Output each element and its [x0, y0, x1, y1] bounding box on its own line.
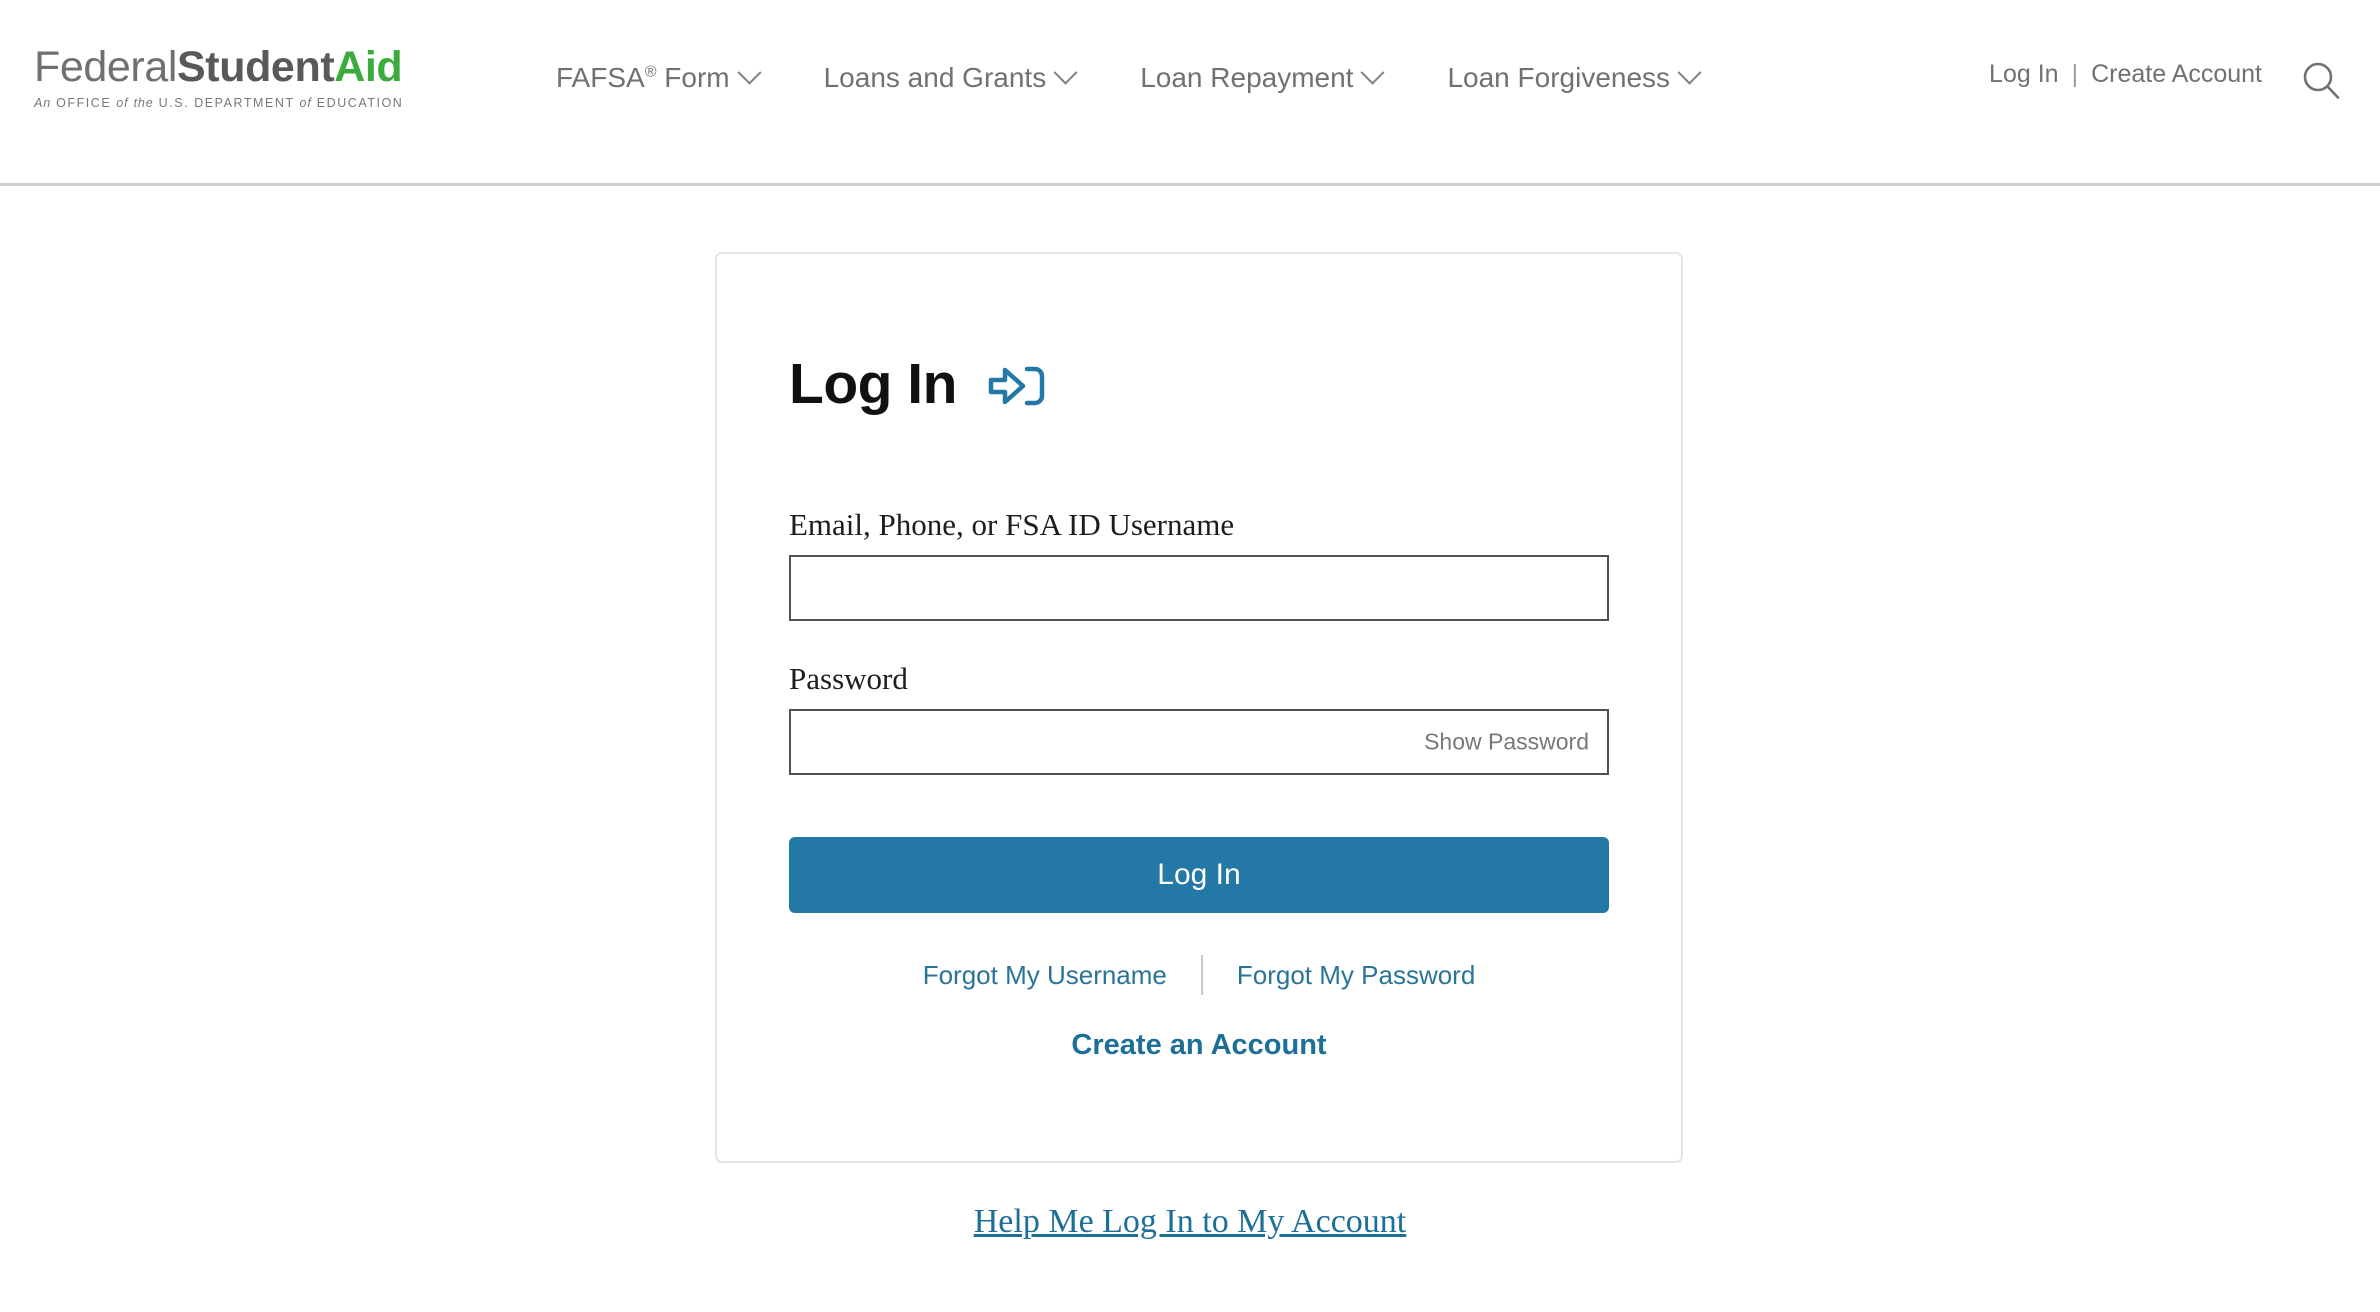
nav-item-loans-and-grants-label: Loans and Grants	[823, 62, 1047, 93]
logo-word-federal: Federal	[34, 43, 177, 91]
federal-student-aid-logo[interactable]: FederalStudentAid An OFFICE of the U.S. …	[34, 42, 464, 110]
create-an-account-link[interactable]: Create an Account	[1071, 1029, 1326, 1061]
forgot-links-row: Forgot My Username Forgot My Password	[789, 955, 1609, 996]
username-label: Email, Phone, or FSA ID Username	[789, 507, 1235, 543]
password-input-wrapper: Show Password	[789, 709, 1609, 776]
chevron-down-icon	[1360, 60, 1385, 85]
main-navigation: FAFSA® Form Loans and Grants Loan Repaym…	[556, 60, 1731, 94]
tagline-the: the	[133, 96, 154, 110]
logo-word-student: Student	[177, 43, 335, 91]
username-input[interactable]	[789, 555, 1609, 622]
chevron-down-icon	[737, 60, 762, 85]
search-button[interactable]	[2296, 56, 2348, 108]
login-card: Log In Email, Phone, or FSA ID Username …	[715, 252, 1683, 1163]
logo-word-aid: Aid	[334, 43, 403, 91]
help-me-log-in-link[interactable]: Help Me Log In to My Account	[974, 1203, 1407, 1240]
username-field-group: Email, Phone, or FSA ID Username	[789, 507, 1609, 622]
forgot-my-password-link[interactable]: Forgot My Password	[1203, 960, 1509, 991]
tagline-education: EDUCATION	[316, 96, 404, 110]
nav-item-loan-forgiveness-label: Loan Forgiveness	[1447, 62, 1671, 93]
sign-in-arrow-icon	[987, 364, 1047, 410]
search-icon	[2303, 62, 2340, 99]
forgot-my-username-link[interactable]: Forgot My Username	[889, 960, 1201, 991]
nav-item-fafsa-form[interactable]: FAFSA® Form	[556, 60, 791, 94]
login-card-header: Log In	[789, 318, 1609, 451]
help-link-row: Help Me Log In to My Account	[0, 1203, 2380, 1241]
site-header: FederalStudentAid An OFFICE of the U.S. …	[0, 0, 2380, 186]
logo-wordmark: FederalStudentAid	[34, 42, 464, 92]
nav-item-fafsa-form-label: FAFSA® Form	[556, 62, 730, 93]
nav-item-loan-repayment[interactable]: Loan Repayment	[1107, 60, 1414, 94]
nav-item-loan-forgiveness[interactable]: Loan Forgiveness	[1414, 60, 1731, 94]
chevron-down-icon	[1677, 60, 1702, 85]
header-create-account-link[interactable]: Create Account	[2091, 60, 2262, 89]
tagline-of-1: of	[116, 96, 129, 110]
page-title: Log In	[789, 352, 957, 417]
page-body: Log In Email, Phone, or FSA ID Username …	[0, 186, 2380, 1312]
chevron-down-icon	[1053, 60, 1078, 85]
show-password-toggle[interactable]: Show Password	[1424, 729, 1589, 756]
log-in-submit-button[interactable]: Log In	[789, 837, 1609, 914]
tagline-department: U.S. DEPARTMENT	[158, 96, 295, 110]
tagline-office: OFFICE	[56, 96, 112, 110]
header-utility-links: Log In | Create Account	[1989, 60, 2262, 89]
logo-tagline: An OFFICE of the U.S. DEPARTMENT of EDUC…	[34, 96, 464, 110]
header-utility-separator: |	[2071, 60, 2079, 88]
password-label: Password	[789, 661, 908, 697]
create-account-row: Create an Account	[789, 1029, 1609, 1062]
tagline-of-2: of	[299, 96, 312, 110]
tagline-an: An	[34, 96, 52, 110]
header-log-in-link[interactable]: Log In	[1989, 60, 2059, 89]
nav-item-loans-and-grants[interactable]: Loans and Grants	[791, 60, 1108, 94]
nav-item-loan-repayment-label: Loan Repayment	[1140, 62, 1354, 93]
password-field-group: Password Show Password	[789, 661, 1609, 776]
